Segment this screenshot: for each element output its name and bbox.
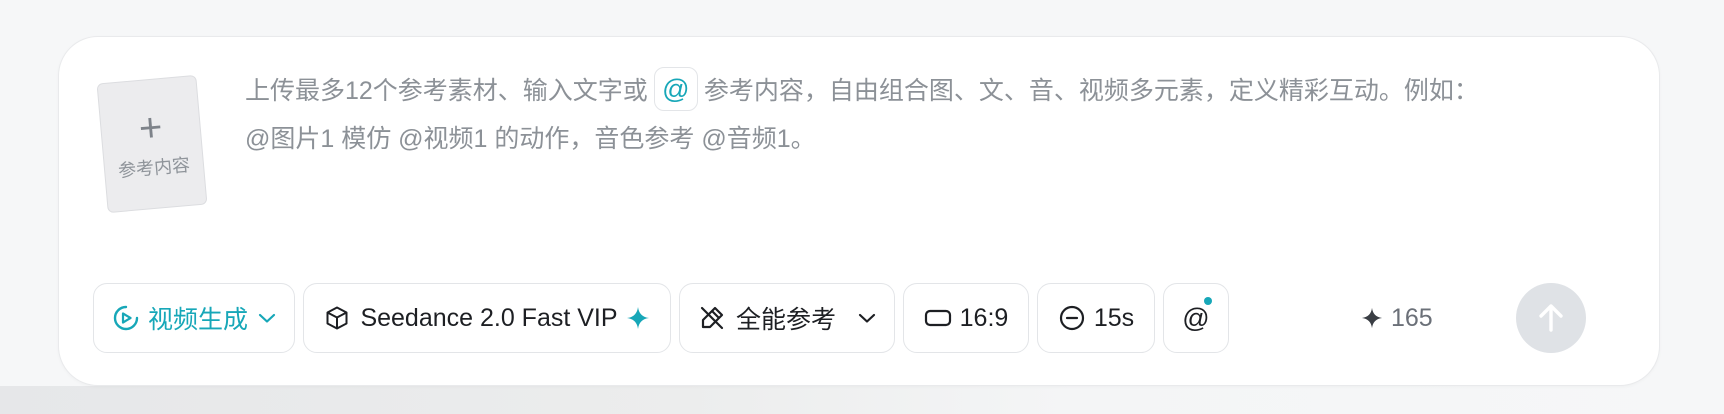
play-circle-icon <box>113 305 139 331</box>
reference-upload-card[interactable]: + 参考内容 <box>96 74 208 214</box>
sparkle-icon <box>626 307 649 329</box>
sparkle-icon <box>1361 307 1383 329</box>
mention-button[interactable]: @ <box>1163 283 1229 353</box>
reference-mode-label: 全能参考 <box>735 306 836 334</box>
prompt-placeholder-line1-end: 参考内容，自由组合图、文、音、视频多元素，定义精彩互动。例如： <box>703 77 1479 105</box>
chevron-down-icon <box>858 313 876 323</box>
mode-select-button[interactable]: 视频生成 <box>93 283 295 353</box>
prompt-placeholder-line1-start: 上传最多12个参考素材、输入文字或 <box>245 77 648 105</box>
at-mention-icon: @ <box>1182 302 1210 333</box>
duration-button[interactable]: 15s <box>1037 283 1155 353</box>
credits-display: 165 <box>1361 283 1433 353</box>
arrow-up-icon <box>1539 304 1563 332</box>
aspect-ratio-label: 16:9 <box>959 303 1009 332</box>
crossed-pen-icon <box>700 306 724 330</box>
cube-icon <box>326 306 348 330</box>
page-bottom-shade <box>0 386 1724 414</box>
reference-mode-select-button[interactable]: 全能参考 <box>679 283 895 353</box>
mode-label: 视频生成 <box>147 306 248 334</box>
credits-count: 165 <box>1391 303 1433 332</box>
prompt-input[interactable]: 上传最多12个参考素材、输入文字或 @ 参考内容，自由组合图、文、音、视频多元素，定… <box>245 67 1625 163</box>
plus-icon: + <box>137 105 165 151</box>
model-select-button[interactable]: Seedance 2.0 Fast VIP <box>303 283 671 353</box>
at-mention-icon: @ <box>653 67 698 112</box>
duration-label: 15s <box>1093 303 1135 332</box>
aspect-ratio-button[interactable]: 16:9 <box>903 283 1029 353</box>
notification-dot <box>1204 297 1212 305</box>
prompt-placeholder-line2: @图片1 模仿 @视频1 的动作，音色参考 @音频1。 <box>245 125 816 153</box>
minus-circle-icon <box>1059 305 1084 331</box>
reference-upload-label: 参考内容 <box>117 154 191 182</box>
model-label: Seedance 2.0 Fast VIP <box>360 303 618 332</box>
composer-card: + 参考内容 上传最多12个参考素材、输入文字或 @ 参考内容，自由组合图、文、音、… <box>58 36 1660 386</box>
chevron-down-icon <box>258 313 276 323</box>
rectangle-icon <box>924 309 951 327</box>
composer-toolbar: 视频生成 Seedance 2.0 Fast VIP 全能参考 16:9 15s… <box>93 283 1633 355</box>
send-button[interactable] <box>1516 283 1586 353</box>
